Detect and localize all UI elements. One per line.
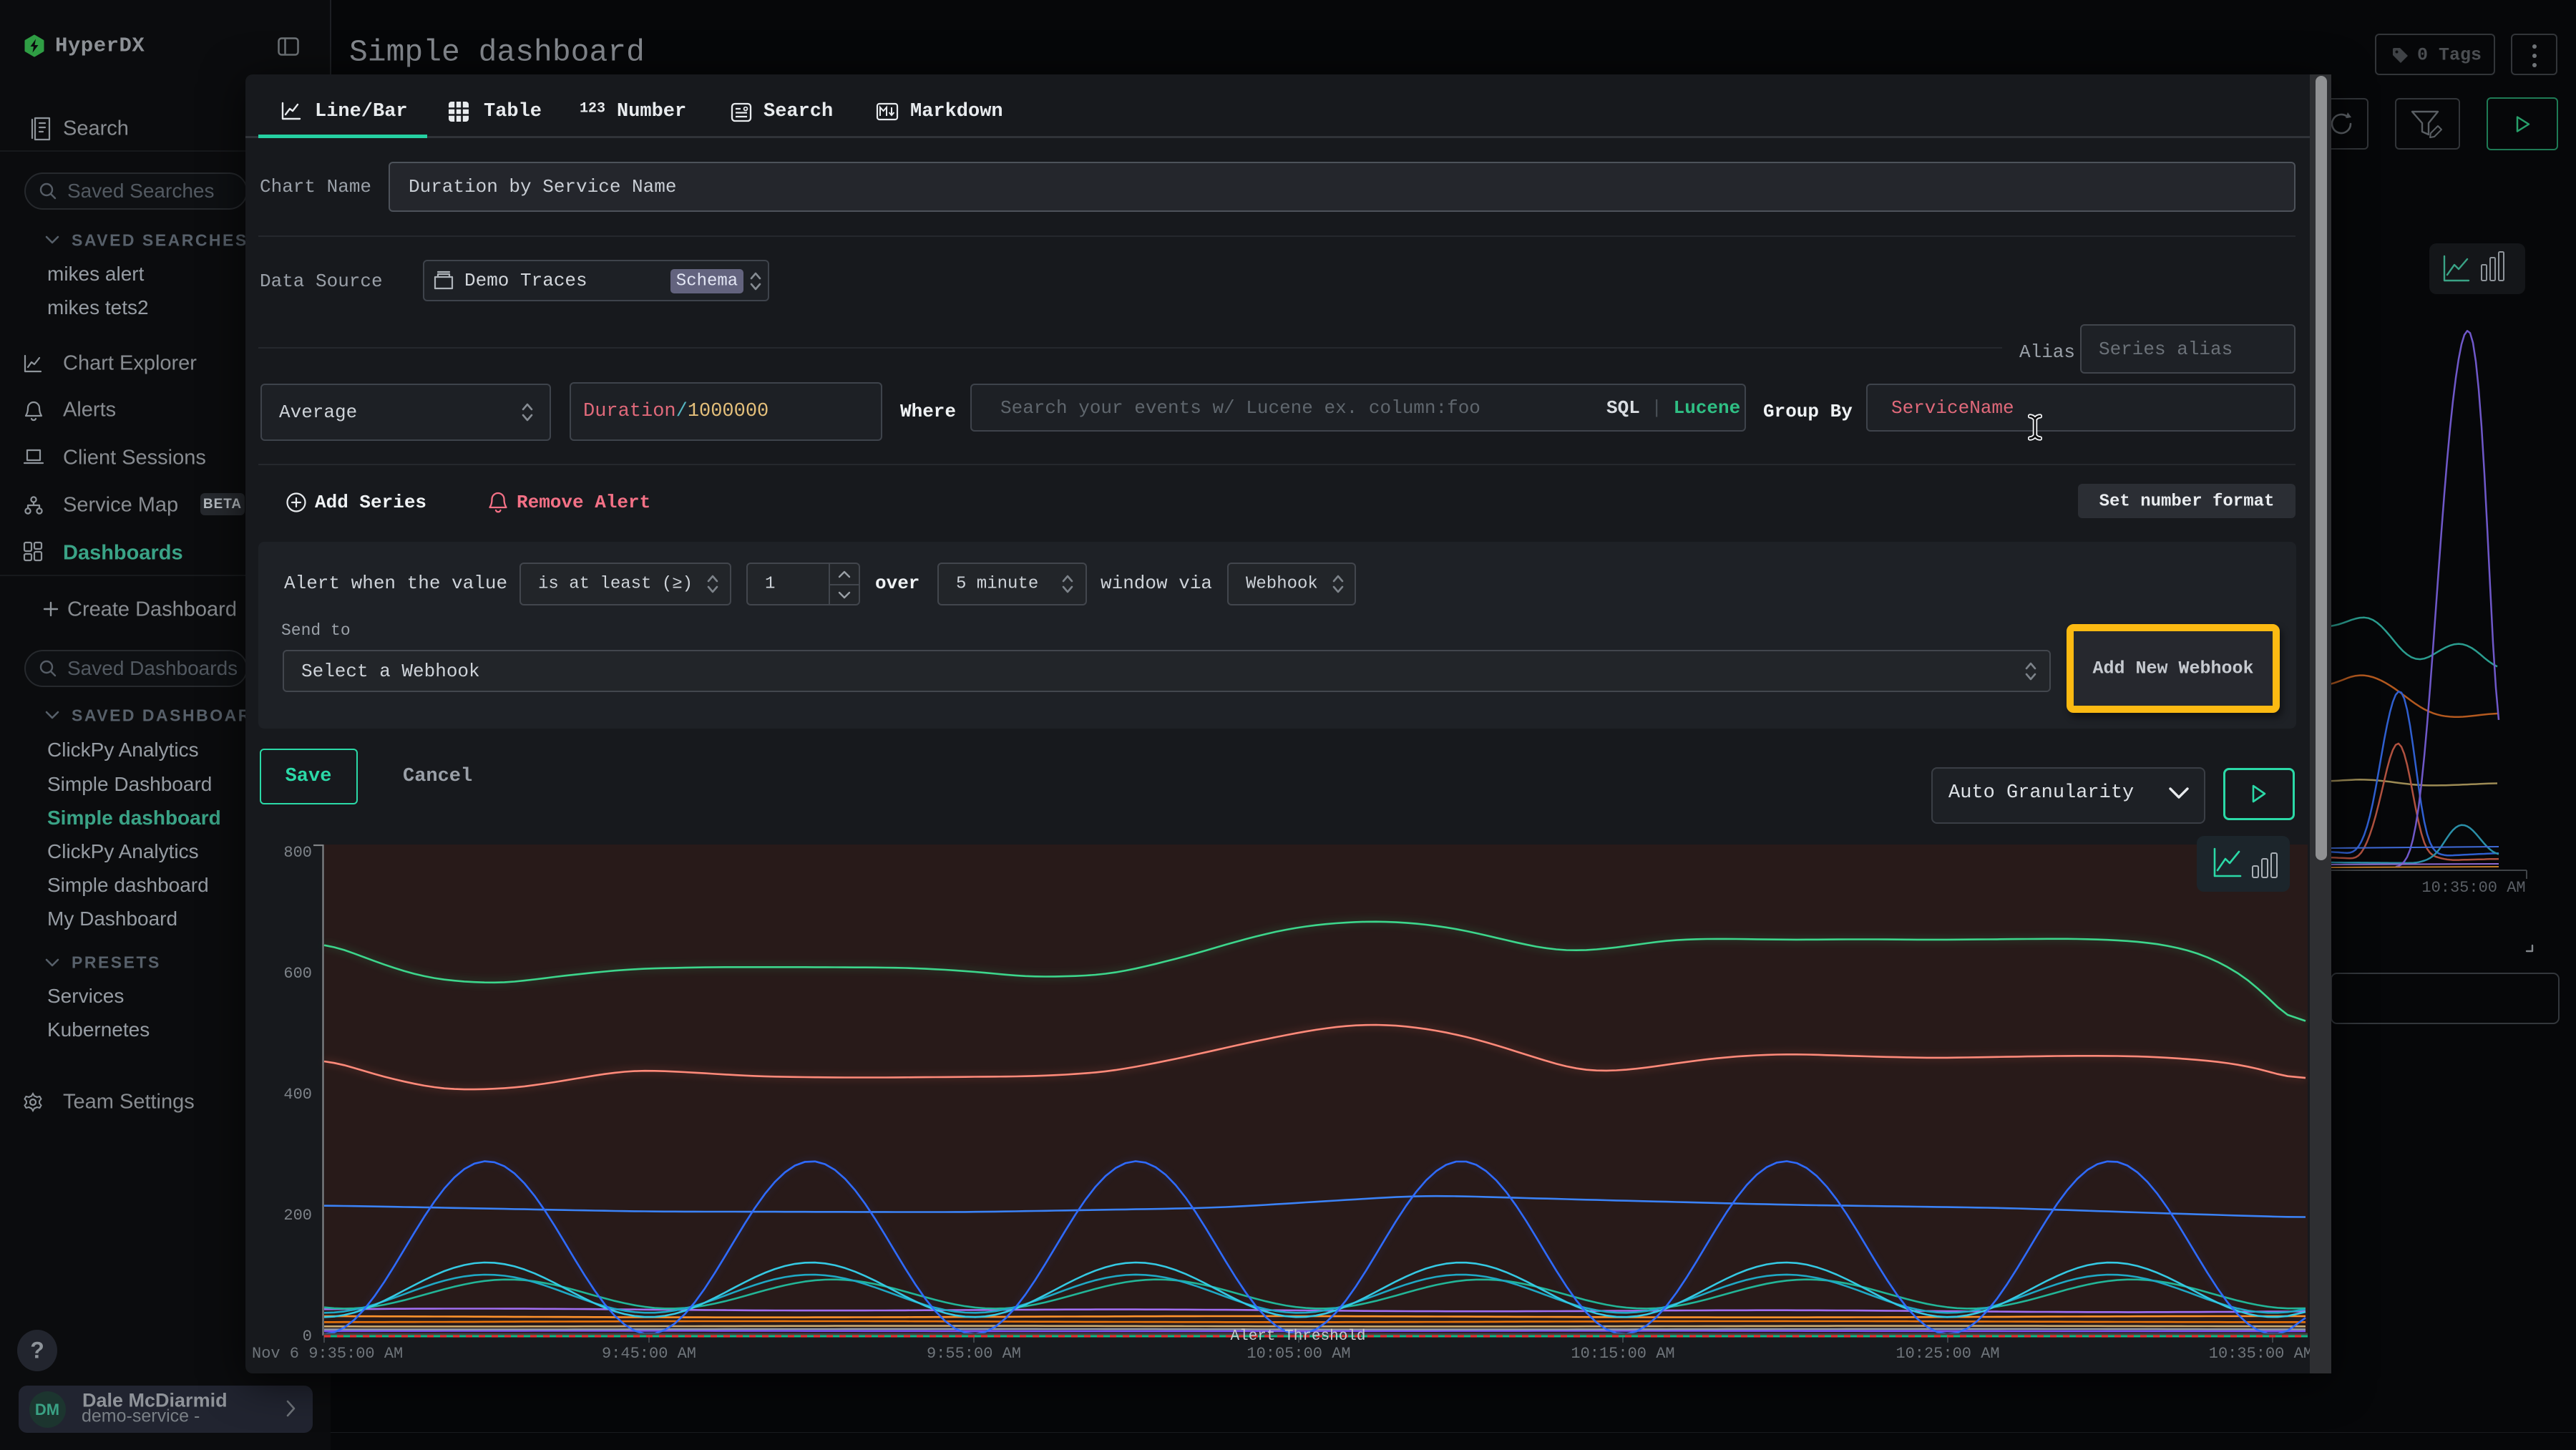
svg-text:10:35:00 AM: 10:35:00 AM	[2209, 1345, 2313, 1363]
svg-text:Alert Threshold: Alert Threshold	[1230, 1328, 1365, 1345]
svg-text:10:25:00 AM: 10:25:00 AM	[1896, 1345, 1999, 1363]
svg-text:200: 200	[283, 1207, 312, 1225]
svg-text:0: 0	[303, 1328, 312, 1346]
svg-text:10:05:00 AM: 10:05:00 AM	[1246, 1345, 1350, 1363]
svg-text:600: 600	[283, 965, 312, 983]
svg-text:400: 400	[283, 1086, 312, 1104]
svg-text:10:15:00 AM: 10:15:00 AM	[1571, 1345, 1674, 1363]
svg-text:9:55:00 AM: 9:55:00 AM	[927, 1345, 1021, 1363]
svg-text:9:45:00 AM: 9:45:00 AM	[602, 1345, 696, 1363]
svg-text:Nov 6 9:35:00 AM: Nov 6 9:35:00 AM	[252, 1345, 403, 1363]
svg-text:800: 800	[283, 844, 312, 862]
